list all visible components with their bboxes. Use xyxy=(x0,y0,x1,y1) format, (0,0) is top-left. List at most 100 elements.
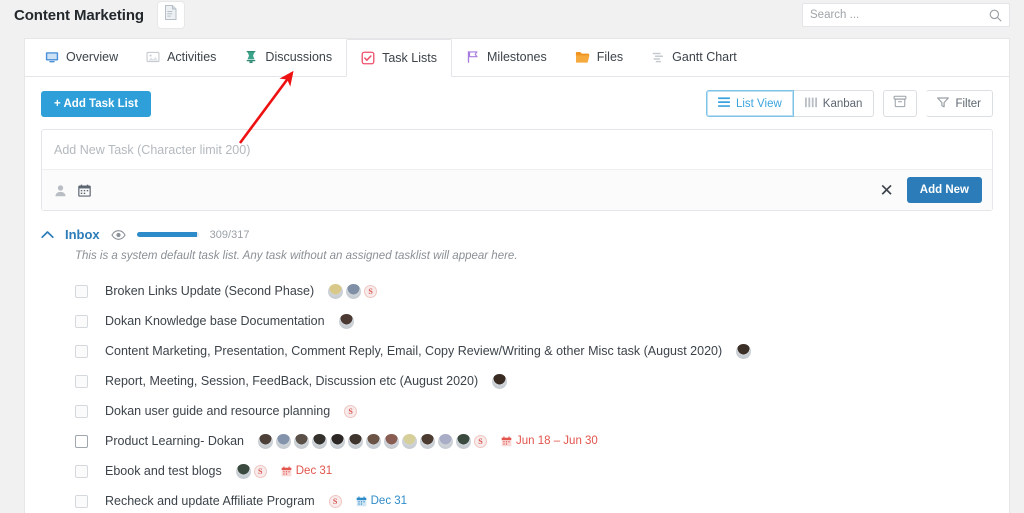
tab-task-lists[interactable]: Task Lists xyxy=(346,39,452,77)
task-checkbox[interactable] xyxy=(75,314,88,328)
archive-button[interactable] xyxy=(883,90,918,117)
search-box[interactable] xyxy=(802,3,1010,27)
progress-text: 309/317 xyxy=(209,228,250,241)
task-title[interactable]: Ebook and test blogs xyxy=(105,464,222,478)
task-checkbox[interactable] xyxy=(75,434,88,448)
funnel-icon xyxy=(937,96,950,111)
assignee-initial-badge: S xyxy=(328,494,342,508)
task-due-date-label: Dec 31 xyxy=(370,495,408,507)
chevron-up-icon[interactable] xyxy=(41,230,54,239)
tab-activities[interactable]: Activities xyxy=(132,38,230,76)
tab-activities-label: Activities xyxy=(167,50,217,64)
close-icon[interactable]: ✕ xyxy=(880,182,894,199)
avatar xyxy=(437,433,453,449)
task-due-date[interactable]: Dec 31 xyxy=(356,495,407,507)
task-assignees[interactable]: S xyxy=(328,494,342,508)
top-bar: Content Marketing xyxy=(0,0,1024,30)
task-checkbox[interactable] xyxy=(75,344,88,358)
avatar xyxy=(329,433,345,449)
avatar xyxy=(346,283,362,299)
task-row[interactable]: Recheck and update Affiliate Program S Dec… xyxy=(41,486,993,513)
tab-discussions-label: Discussions xyxy=(265,50,333,64)
kanban-icon xyxy=(804,97,817,111)
add-new-task-input[interactable] xyxy=(54,143,980,157)
task-row[interactable]: Report, Meeting, Session, FeedBack, Disc… xyxy=(41,366,993,396)
task-assignees[interactable]: S xyxy=(257,433,487,449)
tasklist-name[interactable]: Inbox xyxy=(65,227,100,242)
discussions-icon xyxy=(244,50,258,64)
tab-discussions[interactable]: Discussions xyxy=(230,38,346,76)
task-title[interactable]: Dokan Knowledge base Documentation xyxy=(105,314,325,328)
task-row[interactable]: Content Marketing, Presentation, Comment… xyxy=(41,336,993,366)
list-icon xyxy=(717,96,730,111)
avatar xyxy=(293,433,309,449)
avatar xyxy=(365,433,381,449)
avatar xyxy=(235,463,251,479)
assignee-initial-badge: S xyxy=(473,434,487,448)
task-checkbox[interactable] xyxy=(75,284,88,298)
calendar-icon xyxy=(356,496,367,507)
avatar xyxy=(419,433,435,449)
tab-overview[interactable]: Overview xyxy=(31,38,132,76)
task-checkbox[interactable] xyxy=(75,374,88,388)
task-due-date[interactable]: Jun 18 – Jun 30 xyxy=(501,435,598,447)
task-title[interactable]: Dokan user guide and resource planning xyxy=(105,404,330,418)
task-row[interactable]: Broken Links Update (Second Phase) S xyxy=(41,276,993,306)
assignee-initial-badge: S xyxy=(364,284,378,298)
add-new-task-box: ✕ Add New xyxy=(41,129,993,211)
avatar xyxy=(275,433,291,449)
task-row[interactable]: Dokan user guide and resource planning S xyxy=(41,396,993,426)
task-checkbox[interactable] xyxy=(75,404,88,418)
milestones-icon xyxy=(466,50,480,64)
tab-bar: Overview Activities Discussions Task Lis… xyxy=(25,39,1009,77)
eye-icon[interactable] xyxy=(111,229,126,240)
calendar-icon[interactable] xyxy=(78,184,91,197)
add-new-task-input-wrap[interactable] xyxy=(42,130,992,169)
task-row[interactable]: Product Learning- Dokan S Jun 18 – Jun 30 xyxy=(41,426,993,456)
task-assignees[interactable]: S xyxy=(344,404,358,418)
toolbar: + Add Task List List View Kanban Filter xyxy=(25,77,1009,129)
task-row[interactable]: Ebook and test blogs S Dec 31 xyxy=(41,456,993,486)
task-title[interactable]: Content Marketing, Presentation, Comment… xyxy=(105,344,722,358)
list-view-label: List View xyxy=(735,97,782,110)
task-title[interactable]: Recheck and update Affiliate Program xyxy=(105,494,315,508)
tasklist-description: This is a system default task list. Any … xyxy=(75,250,518,262)
filter-button[interactable]: Filter xyxy=(926,90,993,117)
add-new-submit-button[interactable]: Add New xyxy=(906,177,982,203)
user-icon[interactable] xyxy=(54,184,67,197)
task-assignees[interactable]: S xyxy=(235,463,267,479)
tab-gantt-chart[interactable]: Gantt Chart xyxy=(637,38,751,76)
search-icon[interactable] xyxy=(989,9,1002,22)
task-assignees[interactable] xyxy=(736,343,752,359)
tab-overview-label: Overview xyxy=(66,50,119,64)
task-due-date-label: Dec 31 xyxy=(295,465,333,477)
task-rows: Broken Links Update (Second Phase) S Dokan… xyxy=(41,276,993,513)
task-title[interactable]: Product Learning- Dokan xyxy=(105,434,244,448)
task-assignees[interactable] xyxy=(338,313,354,329)
task-row[interactable]: Dokan Knowledge base Documentation xyxy=(41,306,993,336)
task-checkbox[interactable] xyxy=(75,464,88,478)
kanban-button[interactable]: Kanban xyxy=(793,90,875,117)
document-icon-button[interactable] xyxy=(157,2,184,28)
task-assignees[interactable] xyxy=(492,373,508,389)
task-title[interactable]: Broken Links Update (Second Phase) xyxy=(105,284,314,298)
list-view-button[interactable]: List View xyxy=(705,90,794,117)
filter-label: Filter xyxy=(955,97,981,110)
task-assignees[interactable]: S xyxy=(328,283,378,299)
avatar xyxy=(338,313,354,329)
task-title[interactable]: Report, Meeting, Session, FeedBack, Disc… xyxy=(105,374,478,388)
avatar xyxy=(736,343,752,359)
avatar xyxy=(311,433,327,449)
avatar xyxy=(257,433,273,449)
task-checkbox[interactable] xyxy=(75,494,88,508)
calendar-icon xyxy=(281,466,292,477)
assignee-initial-badge: S xyxy=(253,464,267,478)
avatar xyxy=(401,433,417,449)
search-input[interactable] xyxy=(810,9,989,21)
progress-bar-track xyxy=(136,232,199,237)
add-task-list-button[interactable]: + Add Task List xyxy=(41,90,152,117)
task-due-date[interactable]: Dec 31 xyxy=(281,465,332,477)
tab-files[interactable]: Files xyxy=(561,38,637,76)
toolbar-right-group: List View Kanban Filter xyxy=(705,90,993,117)
tab-milestones[interactable]: Milestones xyxy=(452,38,561,76)
